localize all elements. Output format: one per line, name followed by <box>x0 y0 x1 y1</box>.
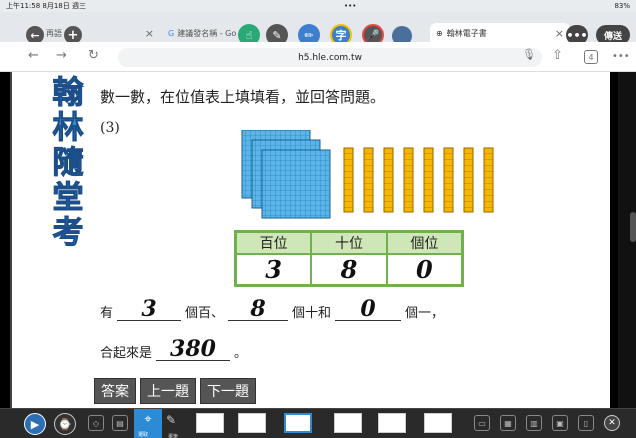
answer-line-1: 有 3 個百、 8 個十和 0 個一， <box>100 298 444 321</box>
ones-value[interactable]: 0 <box>385 253 464 287</box>
tab-2-label: 建議發名稱 - Go <box>177 28 237 38</box>
ten-rod <box>403 147 414 213</box>
ten-rod <box>343 147 354 213</box>
ebook-page: 翰 林 隨 堂 考 數一數，在位值表上填填看，並回答問題。 (3) 百位 十位 … <box>10 72 610 408</box>
close-ebook-icon[interactable]: ✕ <box>604 415 620 431</box>
screen-icon[interactable]: ▭ <box>474 415 490 431</box>
place-value-table: 百位 十位 個位 3 8 0 <box>234 230 464 287</box>
right-edge <box>618 72 636 408</box>
ten-rod <box>423 147 434 213</box>
google-icon: G <box>168 28 175 38</box>
status-time: 上午11:58 8月18日 週三 <box>6 2 86 10</box>
pen-label: 畫筆 <box>168 434 179 438</box>
side-title-char: 隨 <box>52 145 84 181</box>
close-icon[interactable]: × <box>555 27 564 40</box>
tens-header: 十位 <box>310 230 388 255</box>
page-thumbnail[interactable] <box>424 413 452 433</box>
ones-answer-blank[interactable]: 0 <box>335 298 402 321</box>
base-ten-blocks <box>241 130 494 219</box>
text-tool-label: 字 <box>335 29 347 42</box>
select-label: 選取 <box>138 432 149 438</box>
side-title-char: 翰 <box>52 75 84 111</box>
answer-text: 個一， <box>405 306 445 321</box>
close-icon[interactable]: × <box>145 27 154 40</box>
sub-question-number: (3) <box>100 120 120 136</box>
next-question-button[interactable]: 下一題 <box>200 378 256 404</box>
answer-button[interactable]: 答案 <box>94 378 136 404</box>
answer-text: 有 <box>100 306 114 321</box>
page-thumbnail[interactable] <box>284 413 312 433</box>
select-tool[interactable]: ⌖ 選取 <box>134 409 162 438</box>
menu-dots-icon[interactable]: ••• <box>612 51 630 62</box>
side-title: 翰 林 隨 堂 考 <box>50 75 86 251</box>
question-buttons: 答案 上一題 下一題 <box>94 378 256 404</box>
send-label: 傳送 <box>603 31 622 42</box>
tens-answer-blank[interactable]: 8 <box>228 298 289 321</box>
ten-rod <box>383 147 394 213</box>
hundreds-answer-blank[interactable]: 3 <box>117 298 182 321</box>
ones-header: 個位 <box>385 230 464 255</box>
screen: 上午11:58 8月18日 週三 ••• 83% ← + 再語 × G 建議發名稱 … <box>0 0 636 438</box>
total-answer-blank[interactable]: 380 <box>156 338 231 361</box>
tens-value[interactable]: 8 <box>310 253 388 287</box>
page-thumbnail[interactable] <box>378 413 406 433</box>
status-bar: 上午11:58 8月18日 週三 ••• 83% <box>0 0 636 12</box>
book-icon[interactable]: ▥ <box>526 415 542 431</box>
eraser-icon[interactable]: ◇ <box>88 415 104 431</box>
previous-question-button[interactable]: 上一題 <box>140 378 196 404</box>
tab-count: 4 <box>588 52 594 62</box>
side-title-char: 考 <box>52 215 84 251</box>
layout-icon[interactable]: ▦ <box>500 415 516 431</box>
mic-icon[interactable]: 🎙 <box>522 48 536 61</box>
tab-3-label: 翰林電子書 <box>446 28 487 38</box>
ten-rod <box>463 147 474 213</box>
question-text: 數一數，在位值表上填填看，並回答問題。 <box>100 88 386 106</box>
browser-tab-bar: ← + 再語 × G 建議發名稱 - Go ⊕ 翰林電子書 × ☝ ✎ ✏ 字 🎤 ••… <box>0 12 636 46</box>
answer-text: 個十和 <box>292 306 332 321</box>
page-thumbnail[interactable] <box>196 413 224 433</box>
forward-arrow-icon[interactable]: → <box>56 48 67 63</box>
answer-text: 。 <box>234 346 248 361</box>
side-title-char: 林 <box>52 110 84 146</box>
globe-icon: ⊕ <box>436 28 443 38</box>
scrollbar[interactable] <box>630 212 636 242</box>
answer-text: 合起來是 <box>100 346 153 361</box>
hundreds-header: 百位 <box>234 230 313 255</box>
notes-icon[interactable]: ▯ <box>578 415 594 431</box>
back-arrow-icon[interactable]: ← <box>28 48 39 63</box>
ten-rod <box>483 147 494 213</box>
page-thumbnail[interactable] <box>334 413 362 433</box>
hundred-flat <box>261 149 331 219</box>
reload-icon[interactable]: ↻ <box>88 48 99 63</box>
select-icon: ⌖ <box>144 412 152 427</box>
ten-rod <box>443 147 454 213</box>
address-bar: ← → ↻ h5.hle.com.tw 🎙 ⇧ 4 ••• <box>0 42 636 72</box>
ebook-toolbar: ▶ ⌚ ◇ ▤ ⌖ 選取 ✎ 畫筆 ▭ ▦ ▥ ▣ ▯ ✕ <box>0 408 636 438</box>
side-title-char: 堂 <box>52 180 84 216</box>
url-field[interactable]: h5.hle.com.tw <box>118 48 542 67</box>
status-dots: ••• <box>344 2 357 10</box>
answer-text: 個百、 <box>185 306 225 321</box>
status-battery: 83% <box>614 2 630 10</box>
url-text: h5.hle.com.tw <box>298 52 362 63</box>
gallery-icon[interactable]: ▣ <box>552 415 568 431</box>
pen-icon[interactable]: ✎ <box>166 413 176 427</box>
page-icon[interactable]: ▤ <box>112 415 128 431</box>
tab-1[interactable]: 再語 × <box>40 23 160 43</box>
tab-1-label: 再語 <box>46 28 62 38</box>
timer-icon[interactable]: ⌚ <box>54 413 76 435</box>
page-thumbnail[interactable] <box>238 413 266 433</box>
ten-rod <box>363 147 374 213</box>
answer-line-2: 合起來是 380 。 <box>100 338 247 361</box>
hundreds-value[interactable]: 3 <box>234 253 313 287</box>
tab-3[interactable]: ⊕ 翰林電子書 × <box>430 23 570 43</box>
play-icon[interactable]: ▶ <box>24 413 46 435</box>
tab-count-icon[interactable]: 4 <box>584 50 598 64</box>
share-icon[interactable]: ⇧ <box>552 48 563 63</box>
